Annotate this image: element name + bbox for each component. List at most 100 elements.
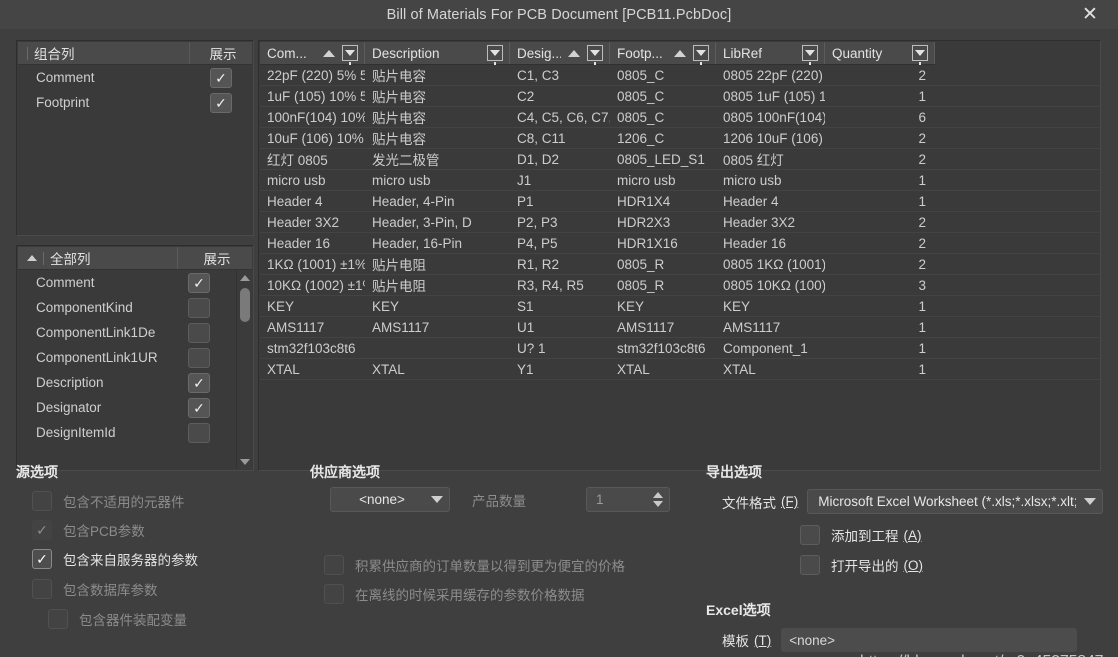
export-option-checkbox[interactable] <box>800 525 820 545</box>
table-row[interactable]: AMS1117 AMS1117 U1 AMS1117 AMS1117 1 <box>260 317 1099 338</box>
source-option-row[interactable]: 包含不适用的元器件 <box>32 491 185 511</box>
quantity-stepper[interactable]: 1 <box>586 487 670 512</box>
table-cell: 贴片电容 <box>372 69 426 84</box>
list-item[interactable]: DesignItemId <box>18 420 236 445</box>
grouped-columns-header-name-cell[interactable]: 组合列 <box>18 42 190 64</box>
show-checkbox-cell[interactable]: ✓ <box>162 397 236 418</box>
table-row[interactable]: micro usb micro usb J1 micro usb micro usb 1 <box>260 170 1099 191</box>
list-item[interactable]: Comment ✓ <box>18 65 252 90</box>
grouped-columns-header-show[interactable]: 展示 <box>190 43 252 63</box>
supplier-option-checkbox[interactable] <box>324 555 344 575</box>
source-option-checkbox[interactable] <box>48 609 68 629</box>
all-columns-header-show[interactable]: 展示 <box>178 248 252 268</box>
all-columns-scrollbar[interactable] <box>236 270 252 469</box>
filter-icon[interactable] <box>487 45 503 65</box>
checkbox[interactable] <box>188 347 210 368</box>
table-row[interactable]: Header 16 Header, 16-Pin P4, P5 HDR1X16 Head… <box>260 233 1099 254</box>
list-item[interactable]: ComponentKind <box>18 295 236 320</box>
list-item[interactable]: Designator ✓ <box>18 395 236 420</box>
show-checkbox-cell[interactable]: ✓ <box>190 67 252 88</box>
table-row[interactable]: 100nF(104) 10% 贴片电容 C4, C5, C6, C7, C 0805_… <box>260 107 1099 128</box>
sort-ascending-icon[interactable] <box>674 49 686 57</box>
scroll-up-icon[interactable] <box>237 270 253 285</box>
file-format-select[interactable]: Microsoft Excel Worksheet (*.xls;*.xlsx;… <box>807 489 1104 514</box>
source-option-row[interactable]: 包含数据库参数 <box>32 579 158 599</box>
table-row[interactable]: XTAL XTAL Y1 XTAL XTAL 1 <box>260 359 1099 380</box>
checkbox[interactable]: ✓ <box>188 372 210 393</box>
filter-icon[interactable] <box>912 45 928 65</box>
close-icon[interactable]: ✕ <box>1068 0 1112 29</box>
sort-ascending-icon[interactable] <box>323 49 335 57</box>
checkbox[interactable] <box>188 322 210 343</box>
supplier-option-row[interactable]: 在离线的时候采用缓存的参数价格数据 <box>324 584 585 604</box>
stepper-down-icon[interactable] <box>653 501 663 507</box>
list-item[interactable]: Comment ✓ <box>18 270 236 295</box>
table-row[interactable]: Header 3X2 Header, 3-Pin, D P2, P3 HDR2X3 He… <box>260 212 1099 233</box>
export-option-checkbox[interactable] <box>800 555 820 575</box>
scroll-down-icon[interactable] <box>237 454 253 469</box>
checkbox[interactable] <box>188 297 210 318</box>
show-checkbox-cell[interactable] <box>162 297 236 318</box>
table-row[interactable]: 红灯 0805 发光二极管 D1, D2 0805_LED_S1 0805 红灯 2 <box>260 149 1099 170</box>
filter-icon[interactable] <box>802 45 818 65</box>
show-checkbox-cell[interactable]: ✓ <box>162 372 236 393</box>
checkbox[interactable]: ✓ <box>188 397 210 418</box>
source-option-checkbox[interactable] <box>32 579 52 599</box>
table-row[interactable]: 22pF (220) 5% 5 贴片电容 C1, C3 0805_C 0805 22pF… <box>260 65 1099 86</box>
checkbox[interactable]: ✓ <box>210 67 232 88</box>
source-option-row[interactable]: 包含器件装配变量 <box>48 609 187 629</box>
table-cell: R3, R4, R5 <box>517 277 584 293</box>
show-checkbox-cell[interactable] <box>162 422 236 443</box>
table-cell: XTAL <box>617 361 650 377</box>
column-header[interactable]: Com... <box>260 42 365 65</box>
checkbox[interactable]: ✓ <box>210 92 232 113</box>
stepper-up-icon[interactable] <box>653 492 663 498</box>
column-header[interactable]: Desig... <box>510 42 610 65</box>
supplier-select[interactable]: <none> <box>330 487 450 512</box>
filter-icon[interactable] <box>693 45 709 65</box>
supplier-option-row[interactable]: 积累供应商的订单数量以得到更为便宜的价格 <box>324 555 625 575</box>
checkbox[interactable]: ✓ <box>188 272 210 293</box>
list-item[interactable]: ComponentLink1De <box>18 320 236 345</box>
column-header[interactable]: LibRef <box>716 42 825 65</box>
checkbox[interactable] <box>188 422 210 443</box>
show-checkbox-cell[interactable] <box>162 322 236 343</box>
supplier-option-checkbox[interactable] <box>324 584 344 604</box>
table-row[interactable]: 1uF (105) 10% 5 贴片电容 C2 0805_C 0805 1uF (105… <box>260 86 1099 107</box>
list-item[interactable]: Footprint ✓ <box>18 90 252 115</box>
table-row[interactable]: Header 4 Header, 4-Pin P1 HDR1X4 Header 4 1 <box>260 191 1099 212</box>
table-cell: U? 1 <box>517 340 546 356</box>
show-checkbox-cell[interactable]: ✓ <box>162 272 236 293</box>
sort-ascending-icon[interactable] <box>568 49 580 57</box>
filter-icon[interactable] <box>342 45 358 65</box>
filter-icon[interactable] <box>587 45 603 65</box>
all-columns-header-name-cell[interactable]: 全部列 <box>18 247 178 269</box>
table-cell: 1 <box>918 319 926 335</box>
column-header[interactable]: Quantity <box>825 42 935 65</box>
scrollbar-thumb[interactable] <box>240 288 250 322</box>
table-row[interactable]: stm32f103c8t6 U? 1 stm32f103c8t6 Component_… <box>260 338 1099 359</box>
table-row[interactable]: 1KΩ (1001) ±1% 贴片电阻 R1, R2 0805_R 0805 1KΩ (… <box>260 254 1099 275</box>
table-cell: C8, C11 <box>517 130 566 146</box>
table-row[interactable]: 10uF (106) 10% 贴片电容 C8, C11 1206_C 1206 10uF… <box>260 128 1099 149</box>
source-option-row[interactable]: ✓ 包含来自服务器的参数 <box>32 549 198 569</box>
stepper-arrows[interactable] <box>653 492 663 507</box>
template-accel: (T) <box>754 632 772 648</box>
source-option-checkbox[interactable]: ✓ <box>32 520 52 540</box>
table-row[interactable]: KEY KEY S1 KEY KEY 1 <box>260 296 1099 317</box>
table-cell: Header, 4-Pin <box>372 193 455 209</box>
export-option-row[interactable]: 打开导出的 (O) <box>800 555 923 575</box>
list-item[interactable]: Description ✓ <box>18 370 236 395</box>
show-checkbox-cell[interactable] <box>162 347 236 368</box>
source-option-checkbox[interactable]: ✓ <box>32 549 52 569</box>
table-row[interactable]: 10KΩ (1002) ±1% 贴片电阻 R3, R4, R5 0805_R 0805 … <box>260 275 1099 296</box>
column-header[interactable]: Footp... <box>610 42 716 65</box>
list-item[interactable]: ComponentLink1UR <box>18 345 236 370</box>
source-option-checkbox[interactable] <box>32 491 52 511</box>
source-option-label: 包含器件装配变量 <box>79 613 187 628</box>
show-checkbox-cell[interactable]: ✓ <box>190 92 252 113</box>
column-header[interactable]: Description <box>365 42 510 65</box>
template-select[interactable]: <none> <box>781 628 1078 652</box>
source-option-row[interactable]: ✓ 包含PCB参数 <box>32 520 145 540</box>
export-option-row[interactable]: 添加到工程 (A) <box>800 525 922 545</box>
